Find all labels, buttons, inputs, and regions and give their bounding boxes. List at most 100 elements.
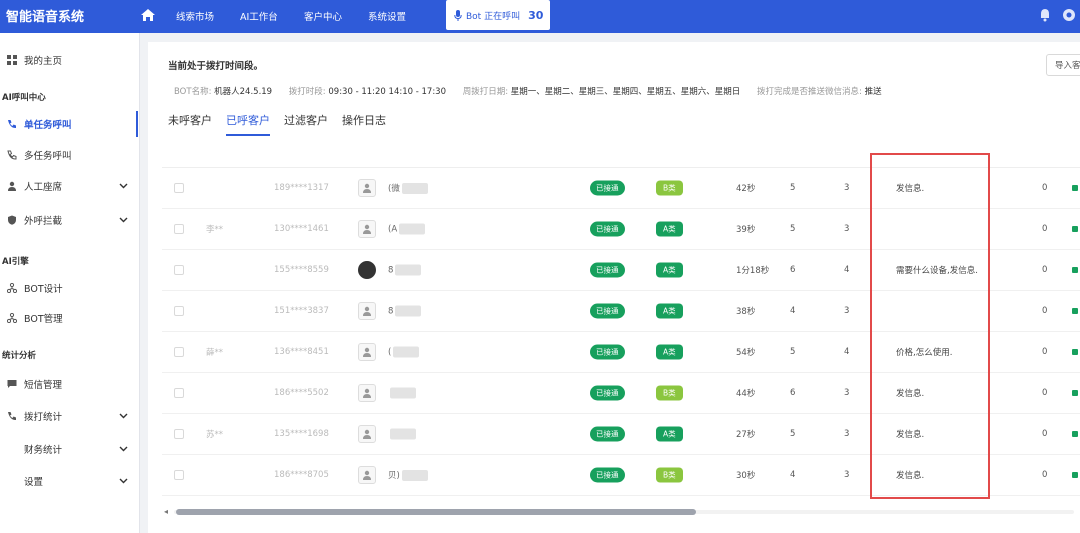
bot-calling-indicator[interactable]: Bot 正在呼叫 30 — [446, 0, 550, 30]
sidebar-item-bot-design[interactable]: BOT设计 — [0, 275, 138, 301]
tab-called[interactable]: 已呼客户 — [226, 112, 270, 136]
sidebar-item-outbound-block[interactable]: 外呼拦截 — [0, 207, 138, 233]
row-checkbox[interactable] — [174, 429, 184, 439]
effective-rounds: 4 — [844, 265, 850, 275]
row-checkbox[interactable] — [174, 306, 184, 316]
dial-days-value: 星期一、星期二、星期三、星期四、星期五、星期六、星期日 — [510, 87, 741, 97]
nav-ai-workbench[interactable]: AI工作台 — [240, 9, 278, 23]
avatar — [358, 261, 376, 279]
tab-operation-log[interactable]: 操作日志 — [342, 112, 386, 136]
import-customer-button[interactable]: 导入客 — [1046, 54, 1080, 76]
row-action-icon[interactable] — [1072, 390, 1078, 396]
effective-rounds: 3 — [844, 388, 850, 398]
level-badge: A类 — [656, 303, 683, 319]
sidebar-item-multi-task[interactable]: 多任务呼叫 — [0, 142, 138, 168]
sidebar-label: BOT管理 — [24, 314, 63, 325]
nav-system-settings[interactable]: 系统设置 — [368, 9, 406, 23]
sidebar-label: 设置 — [24, 477, 44, 488]
sidebar-label: 我的主页 — [24, 56, 63, 67]
nav-customer-center[interactable]: 客户中心 — [304, 9, 342, 23]
row-action-icon[interactable] — [1072, 472, 1078, 478]
row-checkbox[interactable] — [174, 265, 184, 275]
nav-lead-market[interactable]: 线索市场 — [176, 9, 214, 23]
row-checkbox[interactable] — [174, 224, 184, 234]
bell-icon[interactable] — [1038, 8, 1052, 22]
effective-rounds: 3 — [844, 224, 850, 234]
customer-name: 薛** — [206, 348, 224, 358]
row-action-icon[interactable] — [1072, 185, 1078, 191]
sidebar-label: 人工座席 — [24, 182, 63, 193]
level-badge: B类 — [656, 467, 683, 483]
dialog-rounds: 5 — [790, 347, 796, 357]
sidebar-group-ai-engine: AI引擎 — [2, 257, 29, 267]
sidebar-label: 财务统计 — [24, 445, 63, 456]
wechat-nickname — [388, 428, 416, 440]
tab-uncalled[interactable]: 未呼客户 — [168, 112, 212, 136]
level-badge: A类 — [656, 426, 683, 442]
row-action-icon[interactable] — [1072, 349, 1078, 355]
row-checkbox[interactable] — [174, 470, 184, 480]
microphone-icon — [454, 9, 462, 21]
dialog-rounds: 5 — [790, 224, 796, 234]
record-count: 0 — [1042, 183, 1048, 193]
gear-icon[interactable] — [1062, 8, 1076, 22]
sidebar-item-dial-stats[interactable]: 拨打统计 — [0, 403, 138, 429]
dialog-rounds: 4 — [790, 306, 796, 316]
call-status-text: Bot 正在呼叫 — [466, 11, 521, 22]
effective-rounds: 3 — [844, 306, 850, 316]
chevron-down-icon — [119, 446, 128, 452]
status-badge: 已接通 — [590, 426, 625, 442]
row-action-icon[interactable] — [1072, 267, 1078, 273]
scroll-left-arrow[interactable]: ◂ — [164, 507, 172, 517]
level-badge: B类 — [656, 385, 683, 401]
level-badge: B类 — [656, 180, 683, 196]
sidebar-item-agent[interactable]: 人工座席 — [0, 173, 138, 199]
highlight-annotation-box — [870, 153, 990, 499]
wechat-nickname: 8 — [388, 264, 422, 276]
record-count: 0 — [1042, 388, 1048, 398]
nodes-icon — [6, 282, 18, 294]
avatar-icon — [358, 343, 376, 361]
wechat-nickname — [388, 387, 416, 399]
sidebar-label: 外呼拦截 — [24, 216, 63, 227]
avatar-icon — [358, 179, 376, 197]
wechat-push-value: 推送 — [864, 87, 882, 97]
horizontal-scrollbar[interactable]: ◂ — [164, 506, 1074, 516]
sidebar-item-finance-stats[interactable]: 财务统计 — [0, 436, 138, 462]
avatar-icon — [358, 384, 376, 402]
sidebar-label: 拨打统计 — [24, 412, 63, 423]
wechat-nickname: (A — [388, 223, 426, 235]
sidebar-item-settings[interactable]: 设置 — [0, 468, 138, 494]
call-duration: 54秒 — [736, 348, 756, 358]
wechat-nickname: 8 — [388, 305, 422, 317]
sidebar-item-home[interactable]: 我的主页 — [0, 47, 138, 73]
grid-icon — [6, 54, 18, 66]
phone-number: 186****5502 — [274, 388, 329, 398]
row-checkbox[interactable] — [174, 183, 184, 193]
avatar-icon — [358, 220, 376, 238]
tab-filtered[interactable]: 过滤客户 — [284, 112, 328, 136]
effective-rounds: 4 — [844, 347, 850, 357]
bot-name-label: BOT名称: — [174, 87, 212, 97]
status-badge: 已接通 — [590, 303, 625, 319]
sidebar-item-sms[interactable]: 短信管理 — [0, 371, 138, 397]
chevron-down-icon — [119, 413, 128, 419]
row-action-icon[interactable] — [1072, 226, 1078, 232]
row-action-icon[interactable] — [1072, 431, 1078, 437]
sidebar: 我的主页 AI呼叫中心 单任务呼叫 多任务呼叫 人工座席 外呼拦截 AI引擎 B… — [0, 33, 140, 533]
row-action-icon[interactable] — [1072, 308, 1078, 314]
status-badge: 已接通 — [590, 385, 625, 401]
record-count: 0 — [1042, 429, 1048, 439]
sidebar-item-bot-manage[interactable]: BOT管理 — [0, 305, 138, 331]
call-duration: 30秒 — [736, 471, 756, 481]
sidebar-item-single-task[interactable]: 单任务呼叫 — [0, 111, 138, 137]
phone-number: 151****3837 — [274, 306, 329, 316]
chevron-down-icon — [119, 183, 128, 189]
scrollbar-thumb[interactable] — [176, 509, 696, 515]
sidebar-label: 单任务呼叫 — [24, 120, 72, 131]
status-badge: 已接通 — [590, 467, 625, 483]
row-checkbox[interactable] — [174, 388, 184, 398]
row-checkbox[interactable] — [174, 347, 184, 357]
home-icon[interactable] — [140, 7, 156, 23]
level-badge: A类 — [656, 221, 683, 237]
